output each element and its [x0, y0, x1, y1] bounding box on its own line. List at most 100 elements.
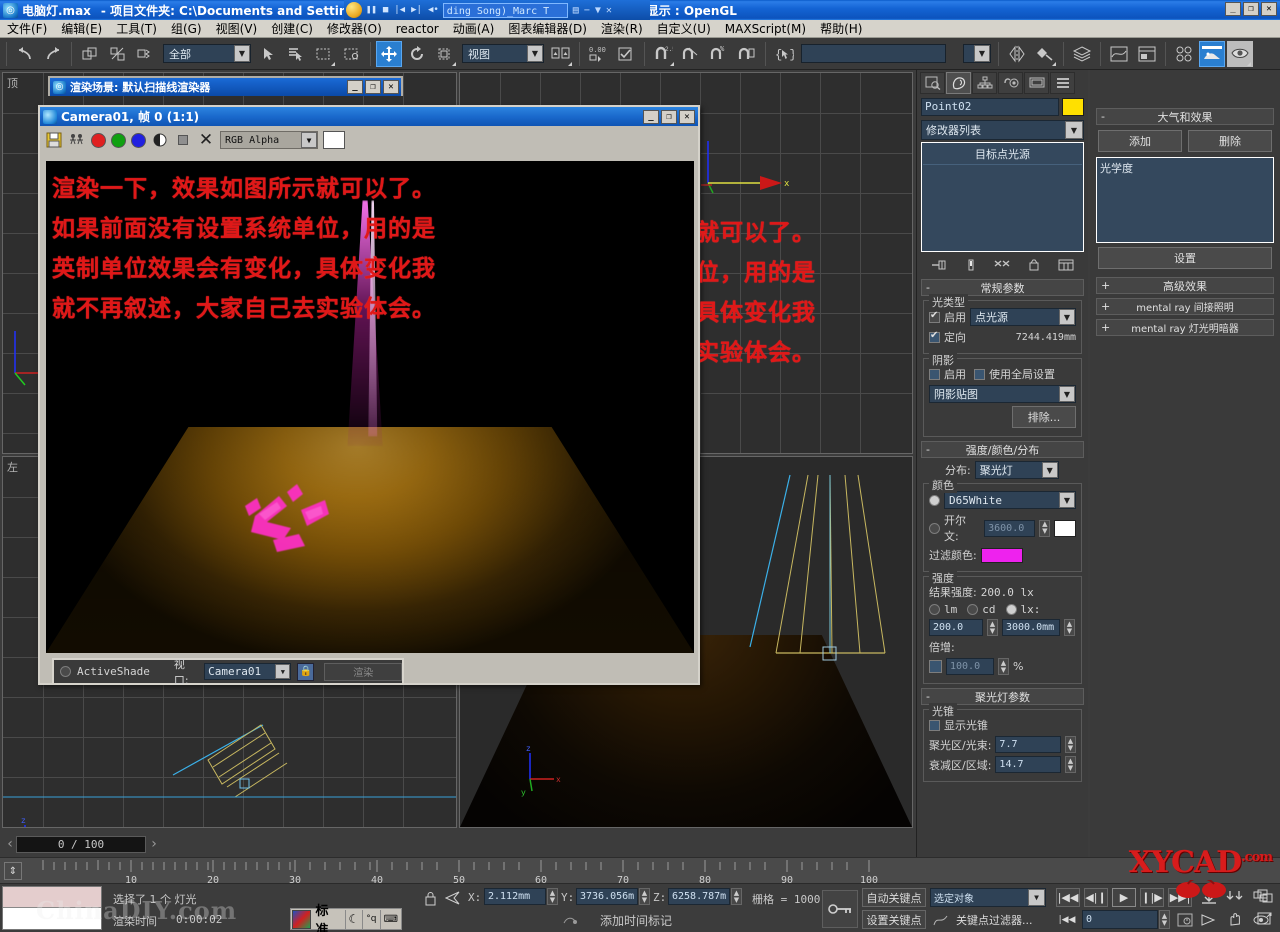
kelvin-radio[interactable]: [929, 522, 940, 534]
zoom-icon[interactable]: [1198, 887, 1220, 907]
light-enable-checkbox[interactable]: [929, 310, 940, 323]
chevron-down-icon[interactable]: ▼: [1059, 492, 1075, 508]
timeline-frame-display[interactable]: 0 / 100: [16, 836, 146, 853]
chevron-down-icon[interactable]: ▼: [1065, 121, 1083, 139]
select-and-manipulate-icon[interactable]: [613, 41, 639, 67]
rollout-toggle-icon[interactable]: +: [1101, 279, 1110, 292]
red-channel-icon[interactable]: [91, 132, 106, 148]
render-scene-minimize[interactable]: _: [347, 80, 363, 94]
utilities-tab[interactable]: [1050, 72, 1075, 94]
set-key-button[interactable]: 设置关键点: [862, 910, 926, 929]
unit-cd-radio[interactable]: [967, 604, 979, 615]
remove-modifier-icon[interactable]: [1023, 256, 1045, 274]
object-color-swatch[interactable]: [1062, 98, 1084, 116]
schematic-view-icon[interactable]: [1134, 41, 1160, 67]
atmosphere-list[interactable]: 光学度: [1096, 157, 1274, 243]
hotspot-spinner[interactable]: ▲ ▼: [1065, 736, 1076, 753]
key-mode-toggle-icon[interactable]: [822, 890, 858, 928]
chevron-down-icon[interactable]: ▼: [234, 45, 250, 62]
shadow-enable-checkbox[interactable]: [929, 368, 940, 380]
unlink-selection-icon[interactable]: [105, 41, 131, 67]
menu-file[interactable]: 文件(F): [0, 19, 54, 38]
render-scene-dialog-icon[interactable]: [1199, 40, 1225, 67]
select-object-icon[interactable]: [255, 41, 281, 67]
clone-rendered-frame-icon[interactable]: [68, 131, 86, 149]
targeted-checkbox[interactable]: [929, 330, 940, 343]
select-and-scale-icon[interactable]: [432, 41, 458, 67]
color-preset-combo[interactable]: D65White ▼: [944, 491, 1076, 509]
clear-icon[interactable]: ✕: [197, 130, 215, 150]
chevron-down-icon[interactable]: ▼: [1059, 309, 1075, 325]
motion-tab[interactable]: [998, 72, 1023, 94]
rollout-mr-indirect-illum-header[interactable]: + mental ray 间接照明: [1096, 298, 1274, 315]
shadow-type-combo[interactable]: 阴影贴图 ▼: [929, 385, 1076, 403]
unit-lm-radio[interactable]: [929, 604, 940, 615]
modifier-stack[interactable]: 目标点光源: [921, 142, 1084, 252]
hotspot-input[interactable]: 7.7: [995, 736, 1061, 753]
next-frame-button[interactable]: ❙|▶: [1140, 888, 1164, 907]
blue-channel-icon[interactable]: [131, 132, 146, 148]
quick-render-icon[interactable]: [1227, 40, 1253, 67]
mp-pause-button[interactable]: ❚❚: [364, 5, 379, 15]
timeline-prev-arrow[interactable]: ‹: [4, 836, 16, 854]
degree-icon[interactable]: °q: [362, 909, 379, 929]
monochrome-icon[interactable]: [174, 131, 192, 149]
modify-tab[interactable]: [946, 72, 971, 94]
rollout-intensity-color-header[interactable]: - 强度/颜色/分布: [921, 441, 1084, 458]
menu-maxscript[interactable]: MAXScript(M): [718, 21, 813, 37]
menu-tools[interactable]: 工具(T): [109, 19, 164, 38]
percent-snap-toggle-icon[interactable]: %: [706, 41, 732, 67]
intensity-spinner[interactable]: ▲ ▼: [987, 619, 998, 636]
chevron-down-icon[interactable]: ▼: [527, 45, 543, 62]
multiplier-spinner[interactable]: ▲ ▼: [998, 658, 1009, 675]
moon-icon[interactable]: ☾: [344, 909, 362, 929]
select-and-move-icon[interactable]: [376, 40, 402, 67]
select-and-link-icon[interactable]: [77, 41, 103, 67]
named-selection-arrow-box[interactable]: ▼: [963, 44, 991, 63]
mp-shade-icon[interactable]: ▼: [595, 5, 601, 16]
modifier-stack-item[interactable]: 目标点光源: [923, 144, 1082, 165]
reference-coordinate-combo[interactable]: 视图 ▼: [462, 44, 544, 63]
set-key-filters-curve-icon[interactable]: [930, 910, 952, 929]
menu-help[interactable]: 帮助(H): [813, 19, 869, 38]
chevron-down-icon[interactable]: ▼: [1028, 889, 1045, 906]
mp-stop-button[interactable]: ■: [381, 5, 390, 15]
kelvin-color-swatch[interactable]: [1054, 519, 1076, 537]
color-swatch[interactable]: [323, 131, 345, 149]
minimize-button[interactable]: _: [1225, 2, 1241, 16]
zoom-region-icon[interactable]: [1254, 886, 1276, 906]
activeshade-bar[interactable]: ActiveShade 视口: Camera01 ▼ 🔒 渲染: [52, 658, 404, 687]
pan-icon[interactable]: [1224, 910, 1246, 930]
rollout-toggle-icon[interactable]: +: [1101, 321, 1110, 334]
named-selection-set-combo[interactable]: [801, 44, 946, 63]
zoom-all-icon[interactable]: [1224, 887, 1246, 907]
pin-stack-icon[interactable]: [928, 256, 950, 274]
menu-reactor[interactable]: reactor: [389, 21, 446, 37]
z-coord-spinner[interactable]: ▲ ▼: [731, 888, 742, 905]
create-tab[interactable]: [920, 72, 945, 94]
hierarchy-tab[interactable]: [972, 72, 997, 94]
show-cone-checkbox[interactable]: [929, 719, 940, 731]
close-button[interactable]: ✕: [1261, 2, 1277, 16]
mp-prev-button[interactable]: |◀: [392, 5, 407, 15]
track-bar[interactable]: ⇕ 10 20 30 40 50 60 70 80 90 100: [0, 857, 1280, 886]
chevron-down-icon[interactable]: ▼: [275, 664, 291, 679]
lock-selection-icon[interactable]: [422, 890, 438, 906]
atmosphere-setup-button[interactable]: 设置: [1098, 247, 1272, 269]
timeline-next-arrow[interactable]: ›: [148, 836, 160, 854]
numeric-spinner-snap-icon[interactable]: 0.00: [585, 41, 611, 67]
chevron-down-icon[interactable]: ▼: [1041, 462, 1058, 478]
rollout-toggle-icon[interactable]: -: [1101, 110, 1105, 123]
mp-next-button[interactable]: ▶|: [409, 5, 424, 15]
add-atmosphere-button[interactable]: 添加: [1098, 130, 1182, 152]
unit-lx-radio[interactable]: [1005, 604, 1017, 615]
configure-modifier-sets-icon[interactable]: [1055, 256, 1077, 274]
show-end-result-icon[interactable]: [960, 256, 982, 274]
undo-icon[interactable]: [12, 41, 38, 67]
rollout-toggle-icon[interactable]: +: [1101, 300, 1110, 313]
falloff-spinner[interactable]: ▲ ▼: [1065, 756, 1076, 773]
y-coord-spinner[interactable]: ▲ ▼: [639, 888, 650, 905]
rollout-mr-light-shader-header[interactable]: + mental ray 灯光明暗器: [1096, 319, 1274, 336]
prev-frame-button[interactable]: ◀|❙: [1084, 888, 1108, 907]
key-mode-toggle-button[interactable]: |◀◀: [1056, 910, 1078, 929]
